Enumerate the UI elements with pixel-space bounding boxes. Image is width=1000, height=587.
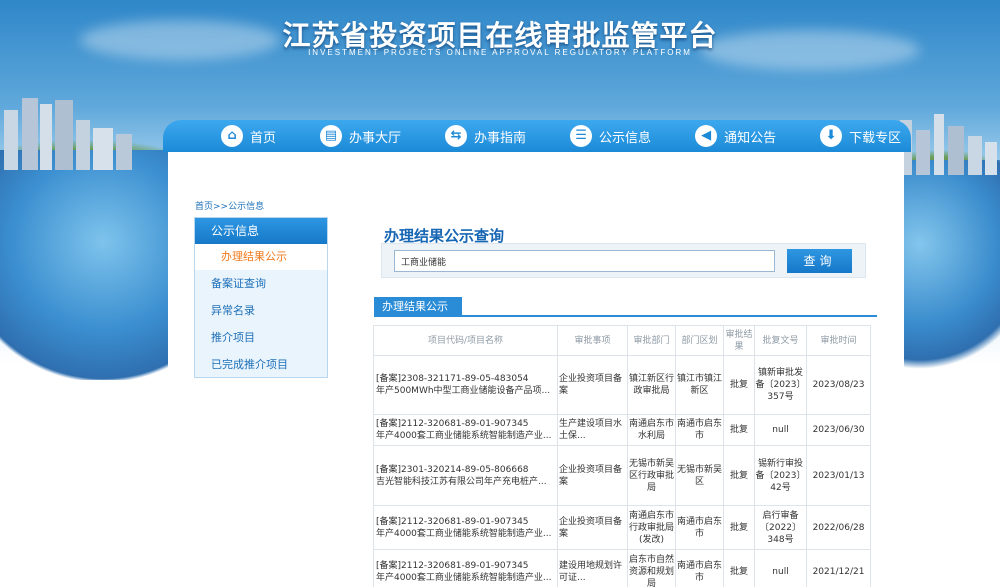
nav-service-hall-label: 办事大厅: [349, 130, 402, 146]
cell-project[interactable]: [备案]2308-321171-89-05-483054 年产500MWh中型工…: [373, 355, 558, 415]
col-header-item: 审批事项: [557, 325, 628, 356]
cell-area: 南通市启东市: [675, 414, 724, 446]
nav-home[interactable]: ⌂ 首页: [221, 125, 276, 147]
table-row[interactable]: [备案]2112-320681-89-01-907345 年产4000套工商业储…: [373, 505, 871, 550]
cell-project[interactable]: [备案]2301-320214-89-05-806668 吉光智能科技江苏有限公…: [373, 445, 558, 506]
home-icon: ⌂: [221, 125, 243, 147]
cell-project[interactable]: [备案]2112-320681-89-01-907345 年产4000套工商业储…: [373, 414, 558, 446]
cell-item: 企业投资项目备案: [557, 505, 628, 550]
sidebar-item-completed-promotions[interactable]: 已完成推介项目: [195, 351, 327, 378]
project-code: [备案]2112-320681-89-01-907345: [376, 419, 529, 429]
cell-result: 批复: [723, 355, 755, 415]
cell-project[interactable]: [备案]2112-320681-89-01-907345 年产4000套工商业储…: [373, 505, 558, 550]
nav-public-info[interactable]: ☰ 公示信息: [570, 125, 651, 147]
query-button[interactable]: 查询: [787, 249, 852, 273]
project-name: 年产500MWh中型工商业储能设备产品项...: [376, 386, 551, 396]
signpost-icon: ⇆: [445, 125, 468, 147]
cell-doc: 镇新审批发备〔2023〕357号: [754, 355, 807, 415]
city-skyline-left: [4, 98, 132, 170]
cell-result: 批复: [723, 445, 755, 506]
sidebar-head[interactable]: 公示信息: [195, 218, 327, 244]
cell-area: 南通市启东市: [675, 505, 724, 550]
cell-area: 南通市启东市: [675, 549, 724, 587]
breadcrumb[interactable]: 首页>>公示信息: [195, 199, 264, 212]
cell-dept: 镇江新区行政审批局: [627, 355, 676, 415]
cell-item: 建设用地规划许可证...: [557, 549, 628, 587]
search-input[interactable]: [394, 250, 775, 272]
speaker-icon: ◀: [695, 125, 718, 147]
download-icon: ⬇: [820, 125, 843, 147]
cell-doc: 启行审备〔2022〕348号: [754, 505, 807, 550]
col-header-result: 审批结果: [723, 325, 755, 356]
nav-home-label: 首页: [250, 130, 277, 146]
col-header-project: 项目代码/项目名称: [373, 325, 558, 356]
cell-project[interactable]: [备案]2112-320681-89-01-907345 年产4000套工商业储…: [373, 549, 558, 587]
sidebar-item-result-publicity[interactable]: 办理结果公示: [195, 244, 327, 270]
cell-time: 2023/01/13: [806, 445, 871, 506]
col-header-area: 部门区划: [675, 325, 724, 356]
sidebar-item-promoted-projects[interactable]: 推介项目: [195, 324, 327, 351]
table-row[interactable]: [备案]2112-320681-89-01-907345 年产4000套工商业储…: [373, 549, 871, 587]
nav-guide[interactable]: ⇆ 办事指南: [445, 125, 526, 147]
cell-dept: 启东市自然资源和规划局: [627, 549, 676, 587]
col-header-doc: 批复文号: [754, 325, 807, 356]
nav-guide-label: 办事指南: [474, 130, 527, 146]
results-table: 项目代码/项目名称 审批事项 审批部门 部门区划 审批结果 批复文号 审批时间 …: [373, 325, 871, 587]
project-code: [备案]2112-320681-89-01-907345: [376, 516, 529, 527]
sidebar-item-filing-query[interactable]: 备案证查询: [195, 270, 327, 297]
nav-notices[interactable]: ◀ 通知公告: [695, 125, 776, 147]
nav-notices-label: 通知公告: [724, 130, 777, 146]
col-header-time: 审批时间: [806, 325, 871, 356]
project-name: 年产4000套工商业储能系统智能制造产业...: [376, 431, 552, 441]
table-row[interactable]: [备案]2308-321171-89-05-483054 年产500MWh中型工…: [373, 355, 871, 415]
col-header-dept: 审批部门: [627, 325, 676, 356]
cell-doc: 锡新行审投备〔2023〕42号: [754, 445, 807, 506]
project-name: 年产4000套工商业储能系统智能制造产业...: [376, 572, 552, 583]
project-name: 年产4000套工商业储能系统智能制造产业...: [376, 528, 552, 539]
project-name: 吉光智能科技江苏有限公司年产充电桩产...: [376, 476, 547, 487]
cell-item: 生产建设项目水土保...: [557, 414, 628, 446]
cell-area: 镇江市镇江新区: [675, 355, 724, 415]
cell-item: 企业投资项目备案: [557, 445, 628, 506]
project-code: [备案]2308-321171-89-05-483054: [376, 374, 529, 384]
cell-doc: null: [754, 414, 807, 446]
nav-downloads[interactable]: ⬇ 下载专区: [820, 125, 901, 147]
nav-service-hall[interactable]: ▤ 办事大厅: [320, 125, 401, 147]
cell-time: 2023/08/23: [806, 355, 871, 415]
sidebar-item-abnormal-list[interactable]: 异常名录: [195, 297, 327, 324]
site-subtitle: INVESTMENT PROJECTS ONLINE APPROVAL REGU…: [308, 48, 692, 57]
chat-icon: ☰: [570, 125, 593, 147]
cell-time: 2021/12/21: [806, 549, 871, 587]
book-icon: ▤: [320, 125, 343, 147]
sidebar: 公示信息 办理结果公示 备案证查询 异常名录 推介项目 已完成推介项目: [194, 217, 328, 378]
cell-time: 2023/06/30: [806, 414, 871, 446]
project-code: [备案]2112-320681-89-01-907345: [376, 560, 529, 571]
main-nav: ⌂ 首页 ▤ 办事大厅 ⇆ 办事指南 ☰ 公示信息 ◀ 通知公告 ⬇ 下载专区: [163, 120, 911, 152]
cell-doc: null: [754, 549, 807, 587]
nav-public-info-label: 公示信息: [599, 130, 652, 146]
cell-item: 企业投资项目备案: [557, 355, 628, 415]
cell-result: 批复: [723, 549, 755, 587]
results-tab[interactable]: 办理结果公示: [374, 297, 462, 317]
cell-result: 批复: [723, 505, 755, 550]
table-row[interactable]: [备案]2301-320214-89-05-806668 吉光智能科技江苏有限公…: [373, 445, 871, 506]
cell-time: 2022/06/28: [806, 505, 871, 550]
cell-dept: 南通启东市行政审批局(发改): [627, 505, 676, 550]
table-header-row: 项目代码/项目名称 审批事项 审批部门 部门区划 审批结果 批复文号 审批时间: [373, 325, 871, 356]
cell-dept: 无锡市新吴区行政审批局: [627, 445, 676, 506]
cell-area: 无锡市新吴区: [675, 445, 724, 506]
cell-result: 批复: [723, 414, 755, 446]
project-code: [备案]2301-320214-89-05-806668: [376, 464, 529, 475]
cell-dept: 南通启东市水利局: [627, 414, 676, 446]
table-row[interactable]: [备案]2112-320681-89-01-907345 年产4000套工商业储…: [373, 414, 871, 446]
nav-downloads-label: 下载专区: [849, 130, 902, 146]
